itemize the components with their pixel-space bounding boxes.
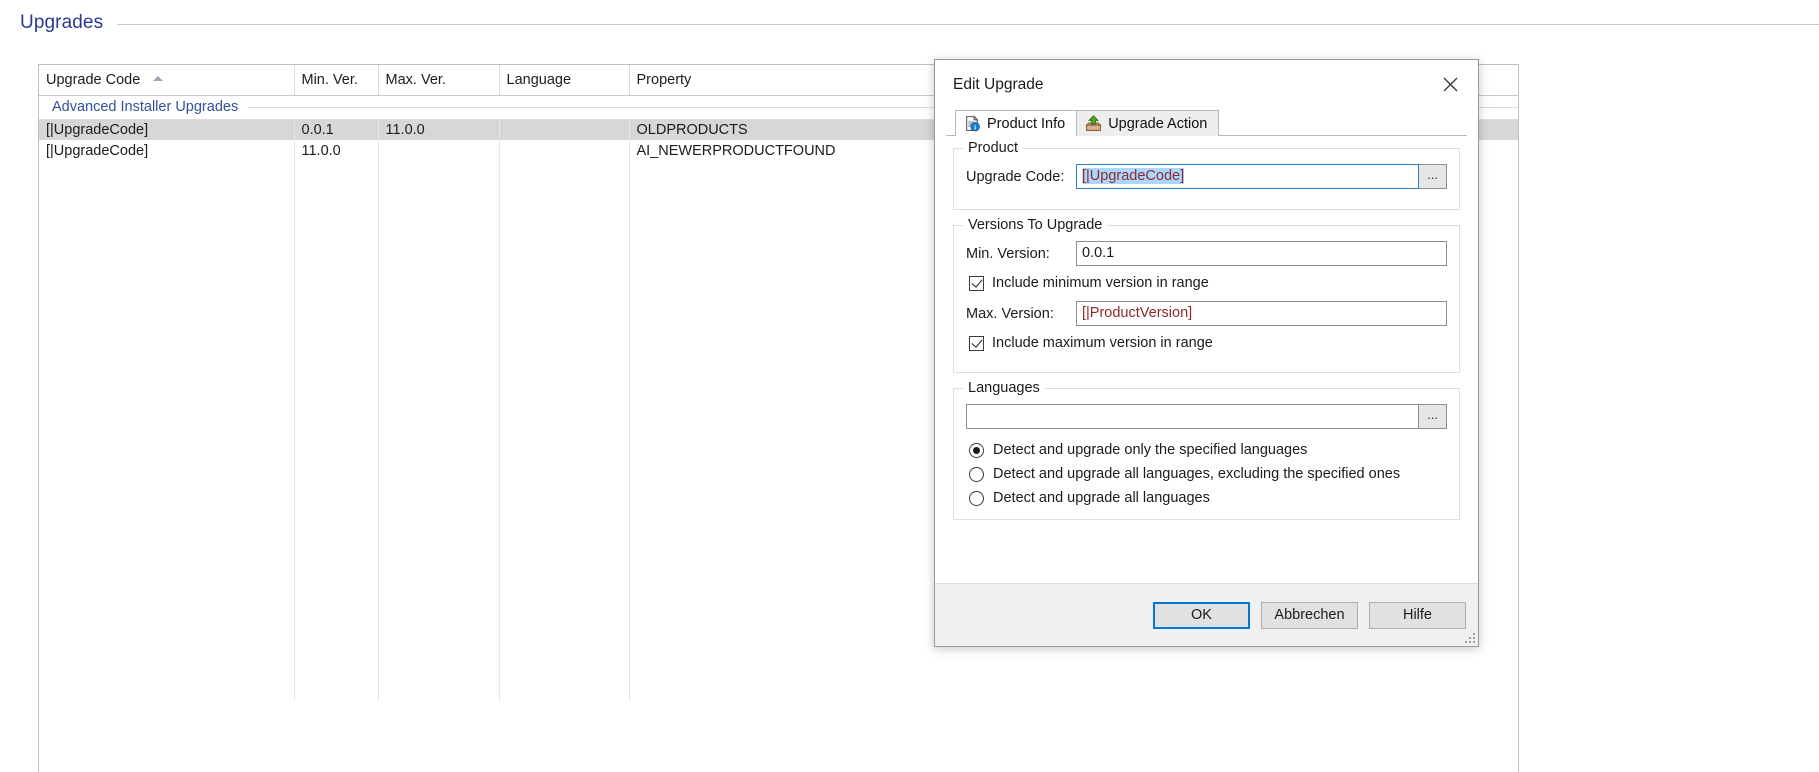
- max-version-row: Max. Version: [|ProductVersion]: [966, 301, 1447, 326]
- upgrade-code-browse-button[interactable]: ...: [1419, 164, 1447, 189]
- close-button[interactable]: [1430, 69, 1470, 101]
- page-title: Upgrades: [20, 12, 104, 33]
- edit-upgrade-dialog: Edit Upgrade Product Info Upgrade Action…: [934, 59, 1479, 647]
- cell-language: [499, 140, 630, 161]
- upgrade-code-input[interactable]: [|UpgradeCode]: [1076, 164, 1419, 189]
- resize-grip[interactable]: [1463, 631, 1475, 643]
- tab-product-info[interactable]: Product Info: [955, 110, 1078, 136]
- upgrade-code-value: [|UpgradeCode]: [1082, 168, 1185, 184]
- min-version-input[interactable]: 0.0.1: [1076, 241, 1447, 266]
- cell-max-ver: 11.0.0: [378, 119, 500, 140]
- include-min-version-label: Include minimum version in range: [992, 275, 1209, 291]
- app-root: Upgrades Upgrade Code Min. Ver. Max. Ver…: [0, 0, 1819, 772]
- column-header-max-ver[interactable]: Max. Ver.: [378, 65, 500, 96]
- column-header-language[interactable]: Language: [499, 65, 630, 96]
- include-max-version-label: Include maximum version in range: [992, 335, 1213, 351]
- table-filler-cell: [378, 161, 500, 701]
- languages-input[interactable]: [966, 404, 1419, 429]
- language-option-all[interactable]: Detect and upgrade all languages: [969, 490, 1447, 506]
- languages-row: ...: [966, 404, 1447, 429]
- languages-group: Languages ... Detect and upgrade only th…: [953, 380, 1460, 520]
- product-group-title: Product: [963, 140, 1023, 156]
- package-upgrade-icon: [1085, 115, 1102, 131]
- min-version-label: Min. Version:: [966, 245, 1050, 262]
- upgrade-code-label: Upgrade Code:: [966, 168, 1065, 185]
- page-title-divider: [117, 23, 1819, 25]
- column-header-label: Min. Ver.: [301, 71, 358, 88]
- sort-ascending-icon: [153, 76, 164, 82]
- product-group-body: Upgrade Code: [|UpgradeCode] ...: [966, 149, 1447, 189]
- include-min-version-checkbox[interactable]: [969, 275, 984, 291]
- ok-button[interactable]: OK: [1153, 601, 1250, 629]
- include-max-version-row[interactable]: Include maximum version in range: [969, 335, 1447, 351]
- include-max-version-checkbox[interactable]: [969, 335, 984, 351]
- dialog-footer: OK Abbrechen Hilfe: [935, 583, 1478, 646]
- help-button[interactable]: Hilfe: [1369, 601, 1466, 629]
- table-filler-cell: [39, 161, 295, 701]
- cell-language: [499, 119, 630, 140]
- column-header-label: Upgrade Code: [46, 71, 141, 88]
- max-version-combo: [|ProductVersion]: [1076, 301, 1447, 326]
- dialog-title: Edit Upgrade: [953, 75, 1044, 93]
- languages-group-body: ... Detect and upgrade only the specifie…: [966, 389, 1447, 506]
- versions-group: Versions To Upgrade Min. Version: 0.0.1 …: [953, 217, 1460, 373]
- column-header-label: Property: [636, 71, 692, 88]
- tab-panel-product-info: Product Upgrade Code: [|UpgradeCode] ...: [947, 136, 1466, 520]
- upgrade-code-row: Upgrade Code: [|UpgradeCode] ...: [966, 164, 1447, 189]
- include-min-version-row[interactable]: Include minimum version in range: [969, 275, 1447, 291]
- column-header-label: Max. Ver.: [385, 71, 446, 88]
- cell-min-ver: 0.0.1: [294, 119, 379, 140]
- tab-upgrade-action[interactable]: Upgrade Action: [1076, 110, 1220, 136]
- language-option-label: Detect and upgrade all languages: [993, 490, 1210, 506]
- min-version-combo: 0.0.1: [1076, 241, 1447, 266]
- cell-min-ver: 11.0.0: [294, 140, 379, 161]
- product-group: Product Upgrade Code: [|UpgradeCode] ...: [953, 140, 1460, 210]
- dialog-titlebar[interactable]: Edit Upgrade: [935, 60, 1478, 109]
- table-filler-cell: [294, 161, 379, 701]
- cell-upgrade-code: [|UpgradeCode]: [39, 119, 295, 140]
- table-group-label: Advanced Installer Upgrades: [52, 99, 239, 115]
- column-header-upgrade-code[interactable]: Upgrade Code: [39, 65, 295, 96]
- radio-all-excluding-specified[interactable]: [969, 466, 984, 482]
- document-info-icon: [966, 115, 980, 132]
- language-option-specified[interactable]: Detect and upgrade only the specified la…: [969, 442, 1447, 458]
- dialog-body: Product Info Upgrade Action Product Upgr…: [935, 109, 1478, 583]
- page-header: Upgrades: [0, 0, 1819, 46]
- tab-label: Upgrade Action: [1108, 115, 1208, 132]
- max-version-input[interactable]: [|ProductVersion]: [1076, 301, 1447, 326]
- radio-all-languages[interactable]: [969, 490, 984, 506]
- max-version-label: Max. Version:: [966, 305, 1054, 322]
- max-version-value: [|ProductVersion]: [1082, 305, 1193, 321]
- languages-combo: ...: [966, 404, 1447, 429]
- versions-group-body: Min. Version: 0.0.1 Include minimum vers…: [966, 226, 1447, 351]
- languages-group-title: Languages: [963, 380, 1045, 396]
- languages-browse-button[interactable]: ...: [1419, 404, 1447, 429]
- table-filler-cell: [499, 161, 630, 701]
- tab-label: Product Info: [987, 115, 1066, 132]
- column-header-label: Language: [506, 71, 572, 88]
- radio-specified-languages[interactable]: [969, 442, 984, 458]
- min-version-row: Min. Version: 0.0.1: [966, 241, 1447, 266]
- cancel-button[interactable]: Abbrechen: [1261, 601, 1358, 629]
- dialog-tabstrip: Product Info Upgrade Action: [946, 109, 1467, 136]
- cell-max-ver: [378, 140, 500, 161]
- close-icon: [1443, 77, 1457, 92]
- upgrade-code-combo: [|UpgradeCode] ...: [1076, 164, 1447, 189]
- column-header-min-ver[interactable]: Min. Ver.: [294, 65, 379, 96]
- versions-group-title: Versions To Upgrade: [963, 217, 1108, 233]
- language-option-label: Detect and upgrade all languages, exclud…: [993, 466, 1401, 482]
- language-option-excluding[interactable]: Detect and upgrade all languages, exclud…: [969, 466, 1447, 482]
- cell-upgrade-code: [|UpgradeCode]: [39, 140, 295, 161]
- language-option-label: Detect and upgrade only the specified la…: [993, 442, 1308, 458]
